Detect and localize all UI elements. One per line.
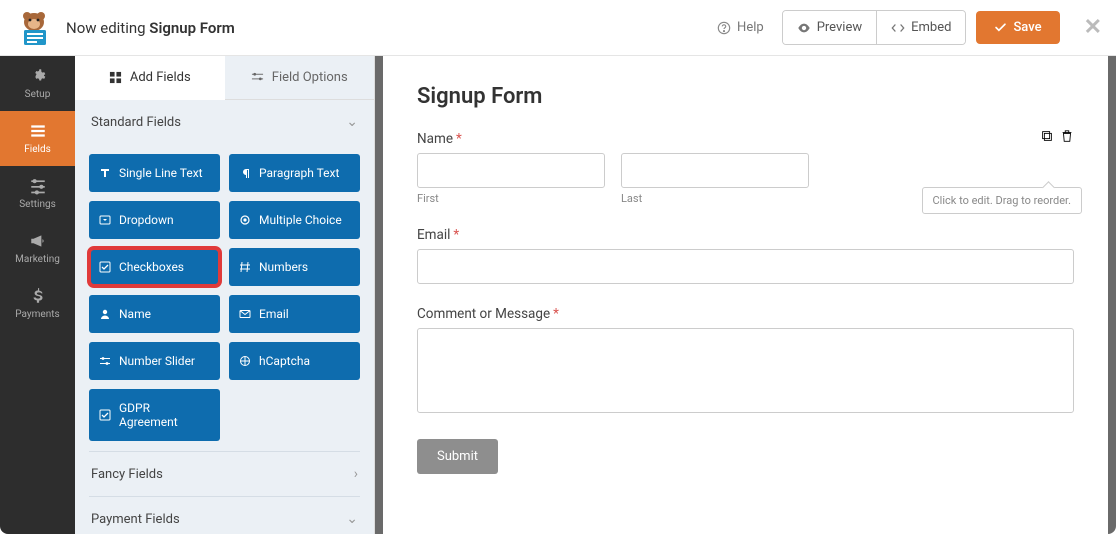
app-logo [14,8,54,48]
sidenav-settings-label: Settings [19,199,56,210]
required-marker: * [553,306,559,322]
preview-button[interactable]: Preview [783,11,877,44]
field-checkboxes[interactable]: Checkboxes [89,248,220,286]
duplicate-icon[interactable] [1040,129,1054,143]
slider-field-icon [99,355,111,367]
field-panel-scroll[interactable]: Standard Fields ⌄ Single Line Text Parag… [75,100,374,534]
save-button[interactable]: Save [976,11,1059,44]
trash-icon[interactable] [1060,129,1074,143]
embed-label: Embed [911,20,951,35]
preview-area: Signup Form Name * First [375,56,1116,534]
sliders-icon [29,177,47,195]
sidenav: Setup Fields Settings Marketing Payments [0,56,75,534]
email-input[interactable] [417,249,1074,284]
grid-icon [109,71,122,84]
tab-field-options-label: Field Options [272,70,348,85]
field-gdpr[interactable]: GDPR Agreement [89,389,220,441]
hash-icon [239,261,251,273]
chevron-down-icon: ⌄ [346,114,358,130]
tab-field-options[interactable]: Field Options [225,56,375,100]
save-label: Save [1013,20,1041,35]
field-number-slider[interactable]: Number Slider [89,342,220,380]
preview-label: Preview [817,20,862,35]
caret-icon [99,214,111,226]
sliders-sm-icon [251,71,264,84]
chevron-down-icon: ⌄ [346,511,358,527]
tab-add-fields-label: Add Fields [130,70,191,85]
sidenav-fields[interactable]: Fields [0,111,75,166]
sidenav-marketing[interactable]: Marketing [0,221,75,276]
embed-button[interactable]: Embed [877,11,965,44]
field-name[interactable]: Name [89,295,220,333]
field-actions [1040,129,1074,143]
panel-tabs: Add Fields Field Options [75,56,374,100]
sidenav-payments[interactable]: Payments [0,276,75,331]
name-label: Name * [417,131,1074,147]
field-multiple-choice[interactable]: Multiple Choice [229,201,360,239]
sidenav-payments-label: Payments [15,309,59,320]
shield-icon [239,355,251,367]
check-icon [99,409,111,421]
submit-button[interactable]: Submit [417,439,498,474]
sidenav-setup[interactable]: Setup [0,56,75,111]
list-icon [29,122,47,140]
help-icon [717,21,731,35]
last-sublabel: Last [621,192,809,205]
edit-tooltip: Click to edit. Drag to reorder. [922,187,1082,214]
left-panel: Add Fields Field Options Standard Fields… [75,56,375,534]
user-icon [99,308,111,320]
standard-field-grid: Single Line Text Paragraph Text Dropdown… [75,144,374,451]
first-name-input[interactable] [417,153,605,188]
para-icon [239,167,251,179]
code-icon [891,21,905,35]
section-payment[interactable]: Payment Fields ⌄ [75,497,374,534]
last-name-input[interactable] [621,153,809,188]
close-button[interactable]: ✕ [1084,15,1102,40]
sidenav-settings[interactable]: Settings [0,166,75,221]
tab-add-fields[interactable]: Add Fields [75,56,225,100]
comment-field-block[interactable]: Comment or Message * [417,306,1074,417]
sidenav-fields-label: Fields [24,144,51,155]
envelope-icon [239,308,251,320]
preview-embed-group: Preview Embed [782,10,967,45]
form-title: Signup Form [417,84,1074,109]
section-standard[interactable]: Standard Fields ⌄ [75,100,374,144]
field-hcaptcha[interactable]: hCaptcha [229,342,360,380]
first-sublabel: First [417,192,605,205]
check-icon [994,21,1007,34]
chevron-right-icon: › [354,466,358,482]
field-paragraph-text[interactable]: Paragraph Text [229,154,360,192]
name-field-block[interactable]: Name * First Last [417,131,1074,205]
field-email[interactable]: Email [229,295,360,333]
editing-prefix: Now editing [66,19,149,37]
check-icon [99,261,111,273]
eye-icon [797,21,811,35]
sidenav-setup-label: Setup [25,89,51,100]
circle-icon [239,214,251,226]
field-single-line-text[interactable]: Single Line Text [89,154,220,192]
gear-icon [29,67,47,85]
page-title: Now editing Signup Form [66,19,235,37]
email-field-block[interactable]: Email * [417,227,1074,284]
required-marker: * [453,227,459,243]
required-marker: * [456,131,462,147]
form-canvas: Signup Form Name * First [383,56,1108,534]
topbar: Now editing Signup Form Help Preview Emb… [0,0,1116,56]
section-fancy-label: Fancy Fields [91,467,163,482]
comment-textarea[interactable] [417,328,1074,413]
help-link[interactable]: Help [717,20,764,35]
sidenav-marketing-label: Marketing [15,254,60,265]
text-icon [99,167,111,179]
section-standard-label: Standard Fields [91,115,181,130]
help-label: Help [737,20,764,35]
section-fancy[interactable]: Fancy Fields › [75,452,374,496]
field-dropdown[interactable]: Dropdown [89,201,220,239]
form-name: Signup Form [149,19,235,37]
megaphone-icon [29,232,47,250]
comment-label: Comment or Message * [417,306,1074,322]
section-payment-label: Payment Fields [91,512,180,527]
field-numbers[interactable]: Numbers [229,248,360,286]
dollar-icon [29,287,47,305]
email-label: Email * [417,227,1074,243]
